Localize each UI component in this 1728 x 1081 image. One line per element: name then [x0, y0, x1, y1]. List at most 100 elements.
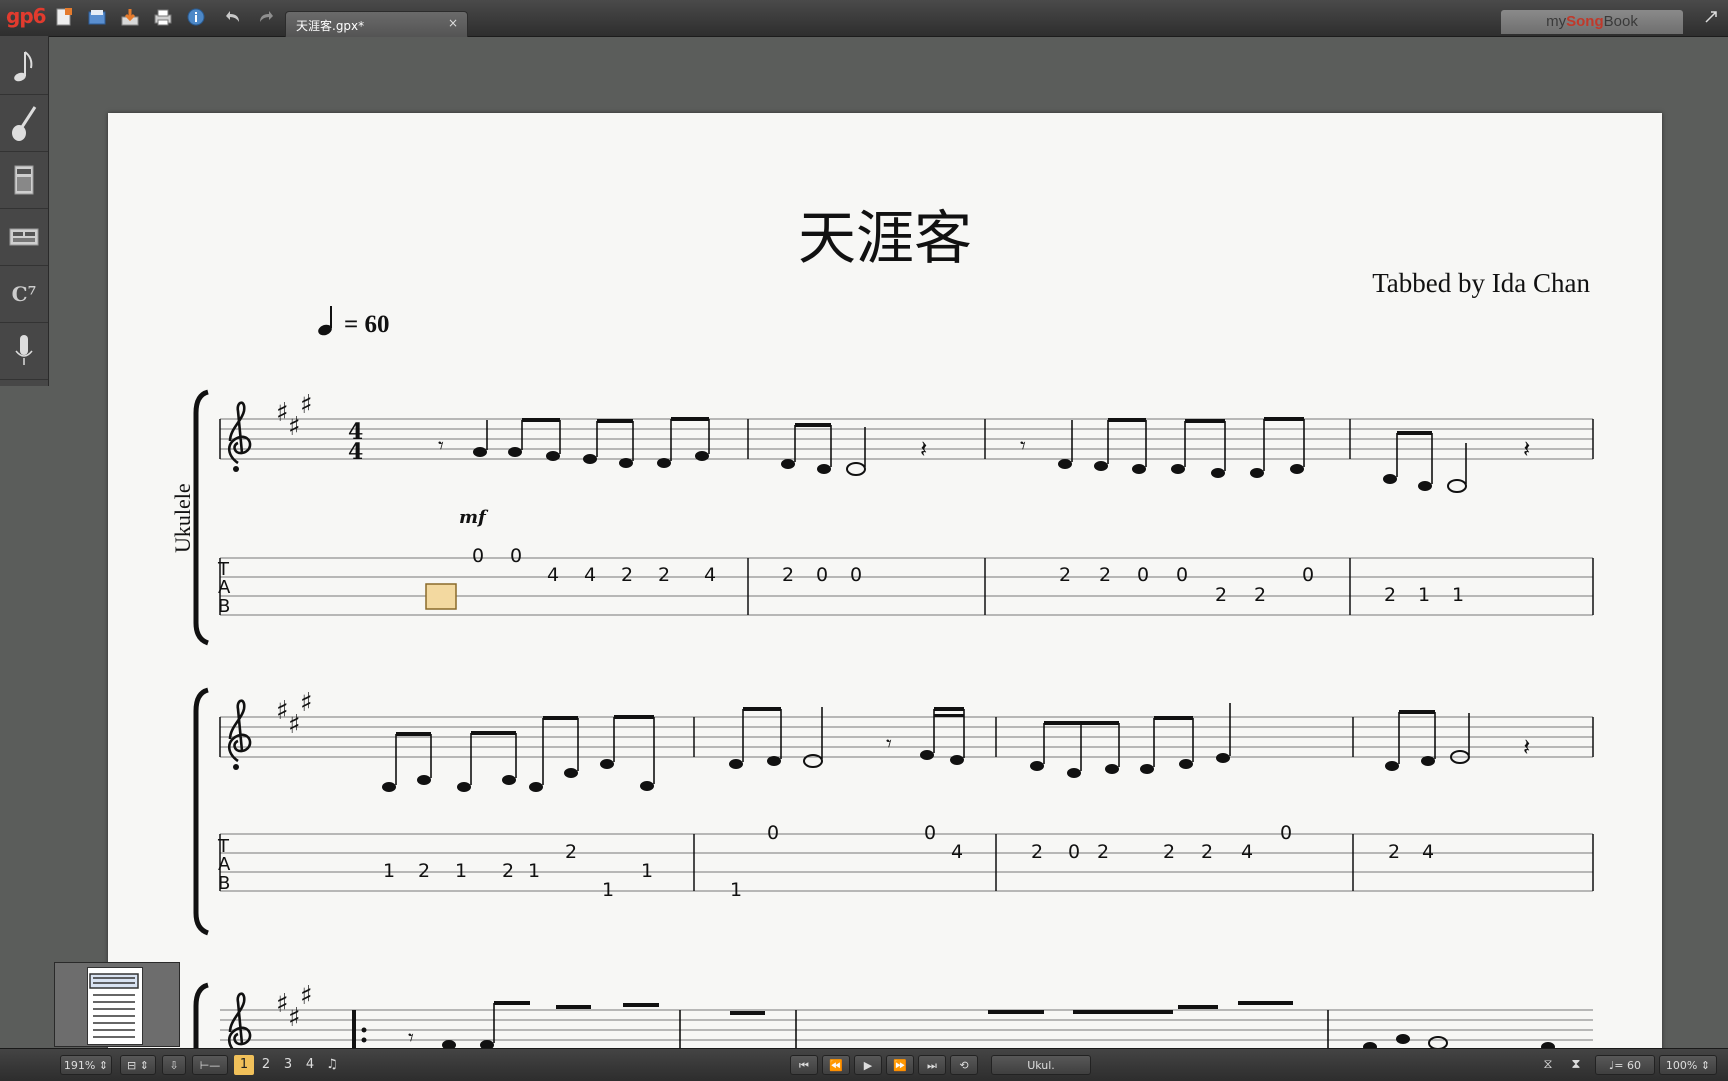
- svg-text:1: 1: [455, 860, 467, 882]
- svg-text:2: 2: [1388, 841, 1400, 863]
- amplifier-icon[interactable]: [0, 152, 48, 209]
- scroll-mode-icon[interactable]: ⊢—: [192, 1055, 228, 1075]
- page-thumbnail[interactable]: [87, 967, 143, 1045]
- mysongbook-button[interactable]: mySongBook: [1501, 10, 1683, 34]
- left-sidebar: C⁷: [0, 36, 49, 386]
- tab-letter-b: B: [218, 596, 230, 617]
- svg-text:1: 1: [641, 860, 653, 882]
- svg-text:4: 4: [951, 841, 963, 863]
- svg-text:0: 0: [1280, 822, 1292, 844]
- svg-text:0: 0: [510, 545, 522, 567]
- status-bar: 191% ⇕ ⊟ ⇕ ⇩ ⊢— 1 2 3 4 ♫ ⏮ ⏪ ▶ ⏩ ⏭ ⟲ Uk…: [0, 1048, 1728, 1081]
- notation-canvas: ♯ ♯♯ = 60 Ukulele 4 4 T A B mf 𝄾 𝄽 𝄾 𝄽 0…: [170, 306, 1594, 1080]
- go-to-start-icon[interactable]: ⏮: [790, 1055, 818, 1075]
- tab-letter-a-2: A: [218, 854, 231, 875]
- svg-text:0: 0: [924, 822, 936, 844]
- document-tab-label: 天涯客.gpx*: [296, 19, 365, 33]
- svg-text:0: 0: [850, 564, 862, 586]
- new-file-icon[interactable]: [53, 6, 75, 28]
- svg-text:1: 1: [1418, 584, 1430, 606]
- notes-measure-4: 𝄽: [1383, 431, 1530, 493]
- svg-text:0: 0: [767, 822, 779, 844]
- close-tab-icon[interactable]: ×: [448, 16, 458, 30]
- mixer-icon[interactable]: [0, 209, 48, 266]
- svg-text:0: 0: [1068, 841, 1080, 863]
- system-2: T A B 𝄾 𝄽 0 0 0 2 4 2 0 2 2 2 4 2 4 1 2 …: [193, 687, 1594, 936]
- go-to-end-icon[interactable]: ⏭: [918, 1055, 946, 1075]
- fast-forward-icon[interactable]: ⏩: [886, 1055, 914, 1075]
- microphone-icon[interactable]: [0, 323, 48, 380]
- page-thumbnail-panel[interactable]: [54, 962, 180, 1047]
- svg-text:1: 1: [730, 879, 742, 901]
- mysongbook-brand: Song: [1566, 13, 1604, 30]
- tab-2-extra: 2: [565, 841, 577, 863]
- metronome-icon[interactable]: ⧖: [1538, 1055, 1558, 1075]
- system-1: Ukulele 4 4 T A B mf 𝄾 𝄽 𝄾 𝄽 0 0 4 4 2 2…: [170, 389, 1594, 646]
- loop-icon[interactable]: ⟲: [950, 1055, 978, 1075]
- svg-text:2: 2: [1099, 564, 1111, 586]
- svg-text:2: 2: [658, 564, 670, 586]
- svg-text:2: 2: [1215, 584, 1227, 606]
- svg-text:2: 2: [621, 564, 633, 586]
- volume-select[interactable]: 100% ⇕: [1659, 1055, 1717, 1075]
- mysongbook-suffix: Book: [1603, 13, 1638, 30]
- print-icon[interactable]: [152, 6, 174, 28]
- svg-text:2: 2: [1097, 841, 1109, 863]
- time-sig-bottom: 4: [348, 439, 363, 465]
- svg-text:0: 0: [1176, 564, 1188, 586]
- tempo-marking: = 60: [318, 306, 390, 338]
- info-icon[interactable]: [185, 6, 207, 28]
- track-selector[interactable]: Ukul.: [991, 1055, 1091, 1075]
- chord-icon[interactable]: C⁷: [0, 266, 48, 323]
- redo-icon[interactable]: [254, 6, 276, 28]
- svg-text:4: 4: [547, 564, 559, 586]
- count-in-icon[interactable]: ⧗: [1566, 1055, 1586, 1075]
- rewind-icon[interactable]: ⏪: [822, 1055, 850, 1075]
- score-page: 天涯客 Tabbed by Ida Chan ♯ ♯ ♯ = 60 Ukulele: [108, 113, 1662, 1080]
- svg-text:𝄽: 𝄽: [920, 435, 927, 463]
- svg-text:𝄽: 𝄽: [1523, 733, 1530, 761]
- tab-cursor[interactable]: [425, 583, 457, 610]
- note-duration-icon[interactable]: ♫: [322, 1055, 342, 1075]
- svg-text:2: 2: [502, 860, 514, 882]
- chord-icon-label: C⁷: [11, 282, 37, 306]
- svg-text:2: 2: [1031, 841, 1043, 863]
- page-1-button[interactable]: 1: [234, 1055, 254, 1075]
- open-file-icon[interactable]: [86, 6, 108, 28]
- page-3-button[interactable]: 3: [278, 1055, 298, 1075]
- mysongbook-prefix: my: [1546, 13, 1567, 30]
- svg-text:2: 2: [782, 564, 794, 586]
- zoom-value: 191%: [63, 1059, 96, 1072]
- svg-text:2: 2: [1384, 584, 1396, 606]
- play-icon[interactable]: ▶: [854, 1055, 882, 1075]
- zoom-select[interactable]: 191% ⇕: [60, 1055, 112, 1075]
- tempo-readout-value: ♩= 60: [1609, 1059, 1641, 1072]
- track-selector-label: Ukul.: [1027, 1059, 1055, 1072]
- tempo-readout[interactable]: ♩= 60: [1595, 1055, 1655, 1075]
- document-tab[interactable]: 天涯客.gpx* ×: [285, 11, 468, 37]
- layout-select[interactable]: ⊟ ⇕: [120, 1055, 156, 1075]
- page-2-button[interactable]: 2: [256, 1055, 276, 1075]
- tempo-value: = 60: [344, 311, 390, 338]
- note-icon[interactable]: [0, 38, 48, 95]
- svg-text:1: 1: [383, 860, 395, 882]
- page-view-icon[interactable]: ⇩: [162, 1055, 186, 1075]
- svg-text:4: 4: [1422, 841, 1434, 863]
- notes-measure-3: 𝄾: [1020, 417, 1305, 478]
- page-4-button[interactable]: 4: [300, 1055, 320, 1075]
- guitar-icon[interactable]: [0, 95, 48, 152]
- svg-text:1: 1: [528, 860, 540, 882]
- tab-letter-b-2: B: [218, 873, 230, 894]
- svg-text:0: 0: [816, 564, 828, 586]
- svg-text:0: 0: [1137, 564, 1149, 586]
- import-icon[interactable]: [119, 6, 141, 28]
- app-logo[interactable]: gp6: [6, 4, 47, 28]
- svg-text:1: 1: [602, 879, 614, 901]
- svg-text:2: 2: [1163, 841, 1175, 863]
- svg-text:1: 1: [1452, 584, 1464, 606]
- svg-text:𝄽: 𝄽: [1523, 435, 1530, 463]
- svg-text:𝄾: 𝄾: [1020, 434, 1026, 459]
- top-toolbar: gp6 天涯客.gpx* × mySongBook: [0, 0, 1728, 37]
- undo-icon[interactable]: [223, 6, 245, 28]
- fullscreen-icon[interactable]: [1704, 10, 1718, 28]
